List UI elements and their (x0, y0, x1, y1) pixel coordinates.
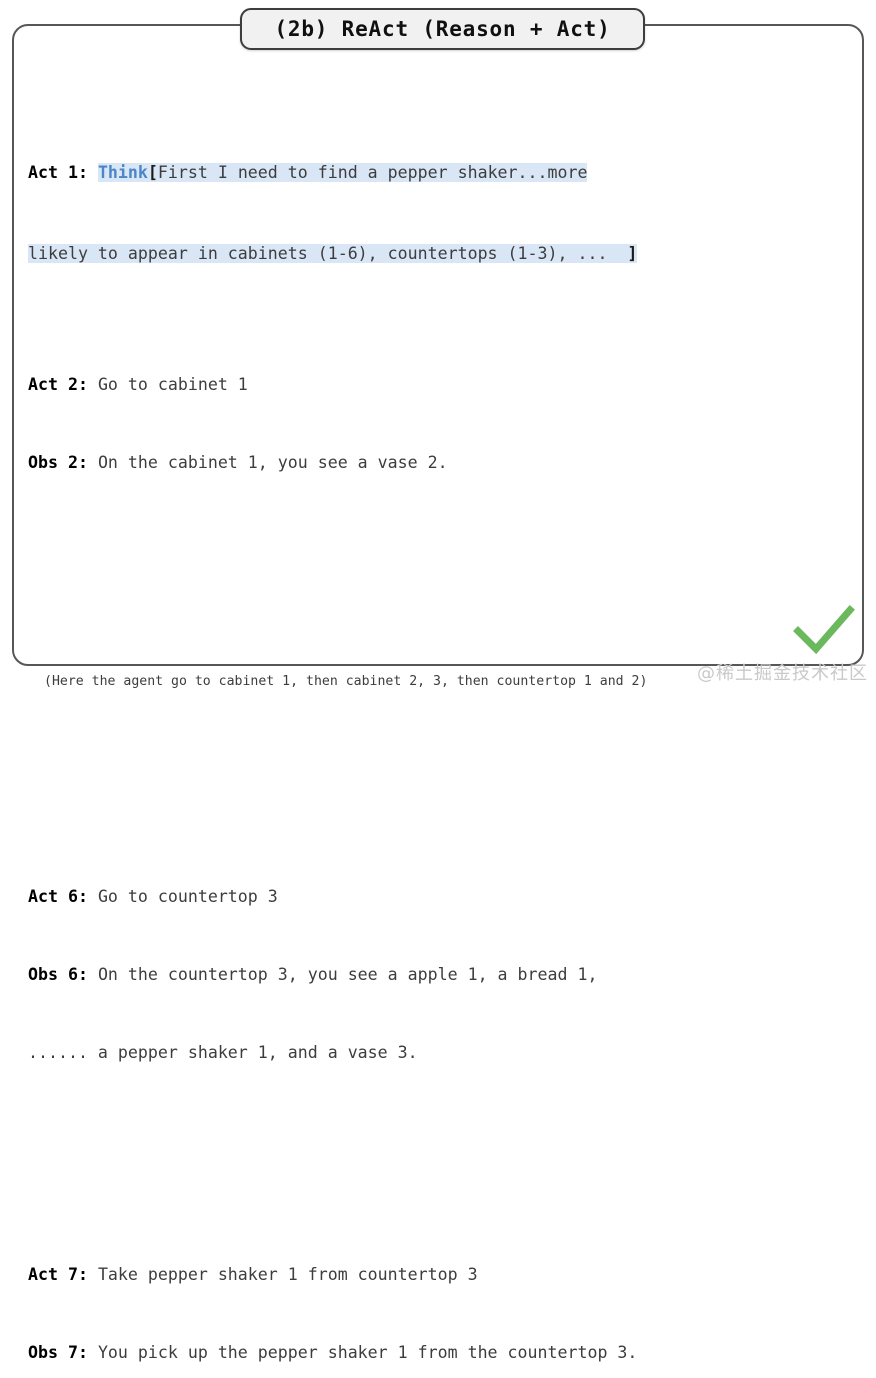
trace-line-act-7: Act 7: Take pepper shaker 1 from counter… (28, 1262, 852, 1288)
trace-line-obs-2: Obs 2: On the cabinet 1, you see a vase … (28, 450, 852, 476)
trace-line-act-2: Act 2: Go to cabinet 1 (28, 372, 852, 398)
act-2-text: Go to cabinet 1 (97, 375, 248, 394)
watermark: @稀土掘金技术社区 (697, 663, 868, 684)
act-7-label: Act 7: (28, 1265, 98, 1284)
obs-6-text-line-2: ...... a pepper shaker 1, and a vase 3. (28, 1043, 418, 1062)
figure-title-pill: (2b) ReAct (Reason + Act) (240, 8, 645, 50)
act-1-close-bracket: ] (627, 244, 638, 263)
act-6-text: Go to countertop 3 (97, 887, 278, 906)
act-1-open-bracket: [ (147, 163, 158, 182)
page-title: (2b) ReAct (Reason + Act) (274, 17, 611, 41)
act-1-thought-line-1: First I need to find a pepper shaker...m… (157, 163, 588, 182)
react-trace-panel: Act 1: Think[First I need to find a pepp… (12, 24, 864, 1362)
trace-transcript: Act 1: Think[First I need to find a pepp… (28, 54, 852, 1362)
check-mark-icon (793, 605, 855, 655)
obs-7-label: Obs 7: (28, 1343, 98, 1362)
act-2-label: Act 2: (28, 375, 98, 394)
act-1-thought-line-2: likely to appear in cabinets (1-6), coun… (28, 244, 628, 263)
obs-7-text: You pick up the pepper shaker 1 from the… (97, 1343, 638, 1362)
act-1-label: Act 1: (28, 163, 98, 182)
elision-note-text: (Here the agent go to cabinet 1, then ca… (44, 674, 648, 689)
act-7-text: Take pepper shaker 1 from countertop 3 (97, 1265, 478, 1284)
trace-line-obs-6-cont: ...... a pepper shaker 1, and a vase 3. (28, 1040, 852, 1066)
act-6-label: Act 6: (28, 887, 98, 906)
obs-2-label: Obs 2: (28, 453, 98, 472)
obs-6-text-line-1: On the countertop 3, you see a apple 1, … (97, 965, 598, 984)
trace-line-obs-7: Obs 7: You pick up the pepper shaker 1 f… (28, 1340, 852, 1366)
trace-line-act-1-cont: likely to appear in cabinets (1-6), coun… (28, 239, 852, 268)
trace-line-obs-6: Obs 6: On the countertop 3, you see a ap… (28, 962, 852, 988)
obs-2-text: On the cabinet 1, you see a vase 2. (97, 453, 448, 472)
trace-line-act-6: Act 6: Go to countertop 3 (28, 884, 852, 910)
act-1-think-tag: Think (97, 163, 148, 182)
obs-6-label: Obs 6: (28, 965, 98, 984)
trace-line-act-1: Act 1: Think[First I need to find a pepp… (28, 158, 852, 187)
